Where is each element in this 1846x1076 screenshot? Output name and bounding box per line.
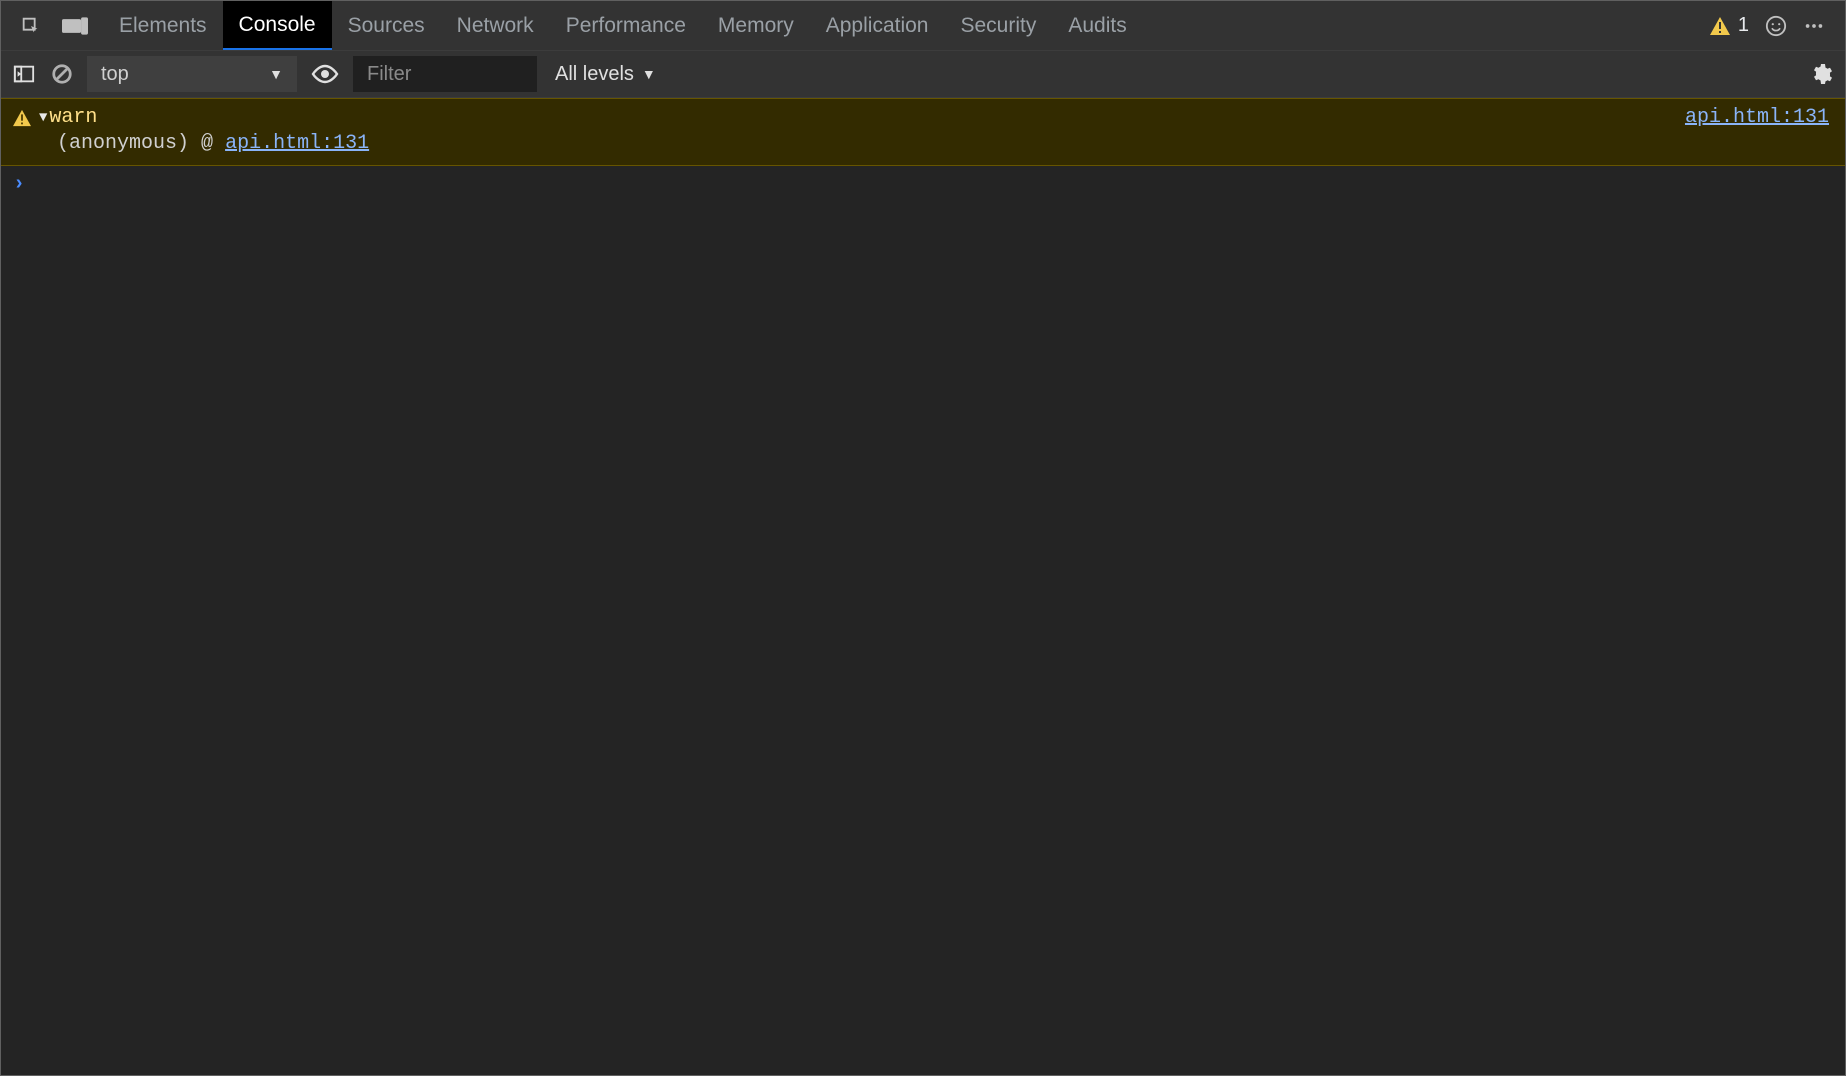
warning-count-badge[interactable]: 1 [1710,14,1749,37]
stack-source-link[interactable]: api.html:131 [225,132,369,155]
tab-application[interactable]: Application [810,1,945,50]
tab-elements[interactable]: Elements [103,1,223,50]
tab-memory[interactable]: Memory [702,1,810,50]
stack-anon: (anonymous) [57,132,189,155]
log-levels-label: All levels [555,63,634,86]
tab-label: Memory [718,14,794,38]
console-output: ▼ warn api.html:131 (anonymous) @ api.ht… [1,98,1845,1075]
tab-label: Audits [1068,14,1126,38]
tab-label: Console [239,13,316,37]
filter-input[interactable] [353,56,537,92]
stack-at: @ [201,132,213,155]
tab-label: Sources [348,14,425,38]
console-input[interactable] [35,174,1833,197]
tab-label: Application [826,14,929,38]
context-select-value: top [101,63,129,86]
prompt-caret-icon: › [13,172,25,198]
toggle-sidebar-icon[interactable] [11,61,37,87]
console-toolbar: top All levels ▼ [1,51,1845,98]
tab-label: Security [960,14,1036,38]
console-warning-entry[interactable]: ▼ warn api.html:131 (anonymous) @ api.ht… [1,98,1845,166]
inspect-element-icon[interactable] [9,1,53,50]
tab-network[interactable]: Network [441,1,550,50]
feedback-icon[interactable] [1765,15,1787,37]
devtools-tabbar: Elements Console Sources Network Perform… [1,1,1845,51]
tab-console[interactable]: Console [223,1,332,50]
tab-label: Performance [566,14,686,38]
context-select[interactable]: top [87,56,297,92]
tab-performance[interactable]: Performance [550,1,702,50]
warning-count: 1 [1738,14,1749,37]
device-toolbar-icon[interactable] [53,1,97,50]
tab-security[interactable]: Security [944,1,1052,50]
tab-sources[interactable]: Sources [332,1,441,50]
tab-label: Elements [119,14,207,38]
more-icon[interactable] [1803,15,1825,37]
tab-audits[interactable]: Audits [1052,1,1142,50]
live-expression-icon[interactable] [309,58,341,90]
tab-label: Network [457,14,534,38]
clear-console-icon[interactable] [49,61,75,87]
chevron-down-icon: ▼ [642,66,656,82]
warning-icon [13,109,31,127]
console-settings-icon[interactable] [1807,60,1835,88]
tabs: Elements Console Sources Network Perform… [103,1,1143,50]
log-method: warn [49,105,97,131]
expand-caret-icon[interactable]: ▼ [39,105,47,131]
source-link[interactable]: api.html:131 [1685,105,1829,131]
log-levels-select[interactable]: All levels ▼ [549,63,662,86]
console-prompt[interactable]: › [1,166,1845,204]
